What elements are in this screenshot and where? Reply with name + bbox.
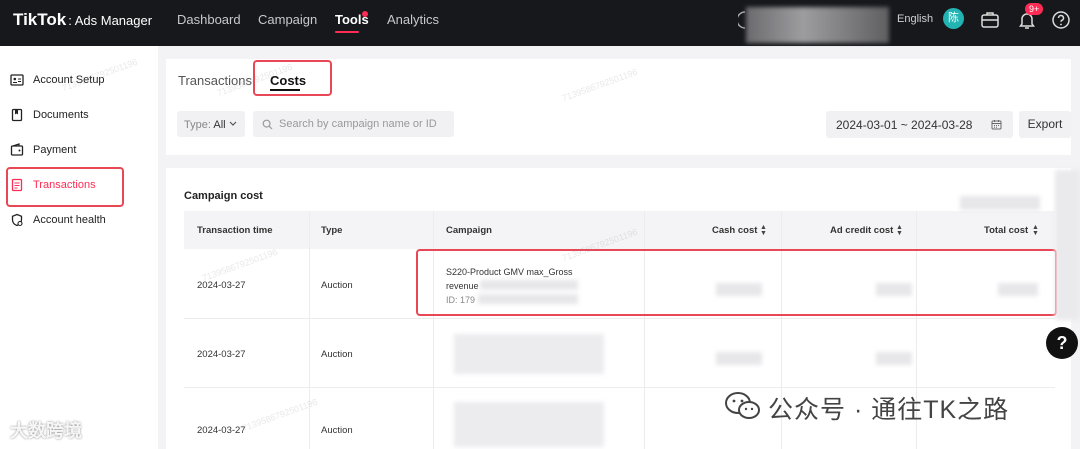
cell-type: Auction <box>321 280 353 291</box>
highlight-box-campaign-row <box>416 249 1057 316</box>
sidebar-item-label: Account health <box>33 214 106 226</box>
highlight-box-transactions <box>6 167 124 207</box>
shield-health-icon <box>11 213 23 227</box>
wechat-icon <box>725 392 760 419</box>
watermark-right: 公众号 · 通往TK之路 <box>768 396 1010 424</box>
column-divider <box>433 211 434 449</box>
column-divider <box>644 211 645 449</box>
redacted-campaign <box>454 402 604 447</box>
redacted-campaign <box>454 334 604 374</box>
section-title: Campaign cost <box>184 190 263 202</box>
search-icon <box>262 119 273 130</box>
nav-campaign[interactable]: Campaign <box>258 12 317 27</box>
sidebar-item-documents[interactable]: Documents <box>10 105 89 125</box>
redacted-header-area <box>960 196 1040 210</box>
sort-icon[interactable]: ▲ ▼ <box>1032 224 1039 237</box>
row-divider <box>184 387 1055 388</box>
sidebar-item-payment[interactable]: Payment <box>10 140 76 160</box>
type-filter-select[interactable]: Type: All <box>177 111 245 137</box>
briefcase-icon[interactable] <box>980 10 1000 30</box>
cell-type: Auction <box>321 349 353 360</box>
nav-analytics[interactable]: Analytics <box>387 12 439 27</box>
nav-active-underline <box>335 31 359 33</box>
search-input[interactable]: Search by campaign name or ID <box>253 111 454 137</box>
wallet-icon <box>10 143 24 156</box>
search-placeholder: Search by campaign name or ID <box>279 118 437 130</box>
sidebar-item-label: Payment <box>33 144 77 156</box>
column-header-type: Type <box>321 225 343 236</box>
help-circle-icon[interactable] <box>1051 10 1071 30</box>
column-header-campaign: Campaign <box>446 225 492 236</box>
nav-dashboard[interactable]: Dashboard <box>177 12 241 27</box>
column-header-transaction-time: Transaction time <box>197 225 273 236</box>
chevron-down-icon <box>229 121 237 126</box>
help-float-button[interactable]: ? <box>1046 327 1078 359</box>
export-button[interactable]: Export <box>1019 111 1071 138</box>
document-icon <box>11 108 23 122</box>
column-header-cash-cost[interactable]: Cash cost <box>712 225 757 236</box>
account-selector-blurred[interactable] <box>746 7 889 43</box>
notification-badge: 9+ <box>1025 3 1044 15</box>
redacted-edge <box>1055 170 1080 320</box>
redacted-ad-credit-cost <box>876 352 912 365</box>
date-range-picker[interactable]: 2024-03-01 ~ 2024-03-28 <box>826 111 1013 138</box>
loading-arc-icon <box>738 11 746 29</box>
cell-transaction-time: 2024-03-27 <box>197 425 246 436</box>
column-header-ad-credit-cost[interactable]: Ad credit cost <box>830 225 893 236</box>
sort-icon[interactable]: ▲ ▼ <box>760 224 767 237</box>
cell-transaction-time: 2024-03-27 <box>197 349 246 360</box>
row-divider <box>184 318 1055 319</box>
column-header-total-cost[interactable]: Total cost <box>984 225 1028 236</box>
column-divider <box>309 211 310 449</box>
avatar[interactable]: 陈 <box>943 8 964 29</box>
id-card-icon <box>10 74 24 86</box>
sidebar-item-account-health[interactable]: Account health <box>10 210 106 230</box>
language-switch[interactable]: English <box>897 13 933 25</box>
tools-new-dot <box>362 11 368 17</box>
cell-type: Auction <box>321 425 353 436</box>
redacted-cash-cost <box>716 352 762 365</box>
table-header <box>184 211 1055 249</box>
sidebar-item-label: Documents <box>33 109 89 121</box>
sort-icon[interactable]: ▲ ▼ <box>896 224 903 237</box>
tiktok-logo[interactable]: TikTok: Ads Manager <box>13 10 152 30</box>
calendar-icon <box>991 120 1002 130</box>
watermark-left: 大数跨境 <box>10 421 82 441</box>
